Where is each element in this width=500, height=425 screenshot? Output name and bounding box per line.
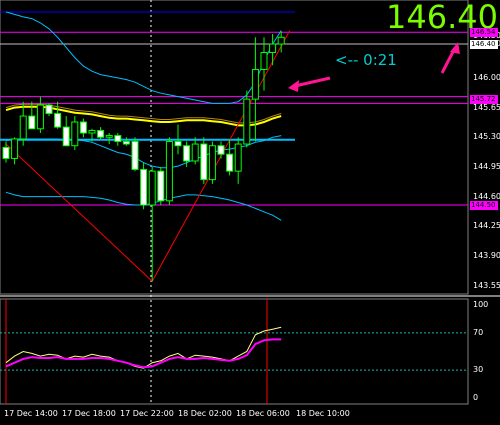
candle-body — [36, 104, 44, 130]
indicator-tick-label: 30 — [473, 365, 484, 375]
price-tick-label: 144.95 — [473, 161, 500, 171]
candle-body — [200, 143, 208, 181]
pointer-arrow-head — [288, 80, 299, 92]
candle-body — [157, 170, 165, 202]
time-tick-label: 18 Dec 06:00 — [236, 409, 290, 418]
candle-body — [277, 36, 285, 45]
time-tick-label: 17 Dec 22:00 — [120, 409, 174, 418]
chart-stage: 146.40 <-- 0:21 146.50146.40146.00145.65… — [0, 0, 500, 421]
price-tag-current: 146.40 — [470, 39, 498, 49]
price-tag-lower_band: 144.50 — [470, 200, 498, 210]
candle-body — [260, 52, 268, 70]
candle-body — [122, 140, 130, 145]
time-tick-label: 17 Dec 18:00 — [62, 409, 116, 418]
candle-body — [54, 113, 62, 128]
upper-band-line — [5, 11, 282, 104]
bar-countdown-timer: <-- 0:21 — [335, 51, 397, 69]
zigzag-line — [5, 30, 291, 283]
price-tick-label: 146.00 — [473, 72, 500, 82]
price-tag-middle: 145.72 — [470, 94, 498, 104]
candle-body — [174, 140, 182, 147]
candle-body — [97, 129, 105, 138]
candle-body — [140, 168, 148, 206]
indicator-tick-label: 0 — [473, 393, 479, 402]
chart-svg — [0, 0, 500, 405]
price-tag-upper_band: 146.54 — [470, 27, 498, 37]
candle-body — [165, 140, 173, 202]
price-tick-label: 145.30 — [473, 132, 500, 142]
candle-body — [114, 135, 122, 142]
candle-body — [11, 138, 19, 159]
candle-body — [217, 145, 225, 155]
candle-body — [183, 145, 191, 162]
candle-body — [148, 170, 156, 206]
candle-body — [234, 143, 242, 172]
candle-body — [251, 68, 259, 100]
time-tick-label: 18 Dec 02:00 — [178, 409, 232, 418]
price-tick-label: 145.65 — [473, 102, 500, 112]
candle-body — [71, 121, 79, 147]
indicator-magenta-line — [5, 338, 282, 369]
candle-body — [243, 98, 251, 145]
candle-body — [62, 126, 70, 147]
pointer-arrow — [294, 76, 331, 88]
indicator-yellow-line — [5, 326, 282, 369]
candle-body — [88, 129, 96, 134]
price-tick-label: 144.60 — [473, 191, 500, 201]
candle-body — [226, 153, 234, 172]
candle-body — [45, 104, 53, 115]
price-tick-label: 143.90 — [473, 250, 500, 260]
candle-body — [105, 135, 113, 138]
candle-body — [131, 140, 139, 170]
price-tick-label: 143.55 — [473, 280, 500, 290]
candle-body — [269, 43, 277, 54]
indicator-tick-label: 70 — [473, 327, 484, 337]
candle-body — [28, 115, 36, 130]
indicator-tick-label: 100 — [473, 300, 489, 309]
indicator-pane-border — [0, 298, 469, 405]
candle-body — [2, 146, 10, 159]
candle-body — [79, 121, 87, 134]
candle-body — [208, 145, 216, 181]
time-tick-label: 17 Dec 14:00 — [4, 409, 58, 418]
candle-body — [19, 115, 27, 140]
time-tick-label: 18 Dec 10:00 — [296, 409, 350, 418]
candle-body — [191, 143, 199, 162]
price-tick-label: 144.25 — [473, 221, 500, 231]
